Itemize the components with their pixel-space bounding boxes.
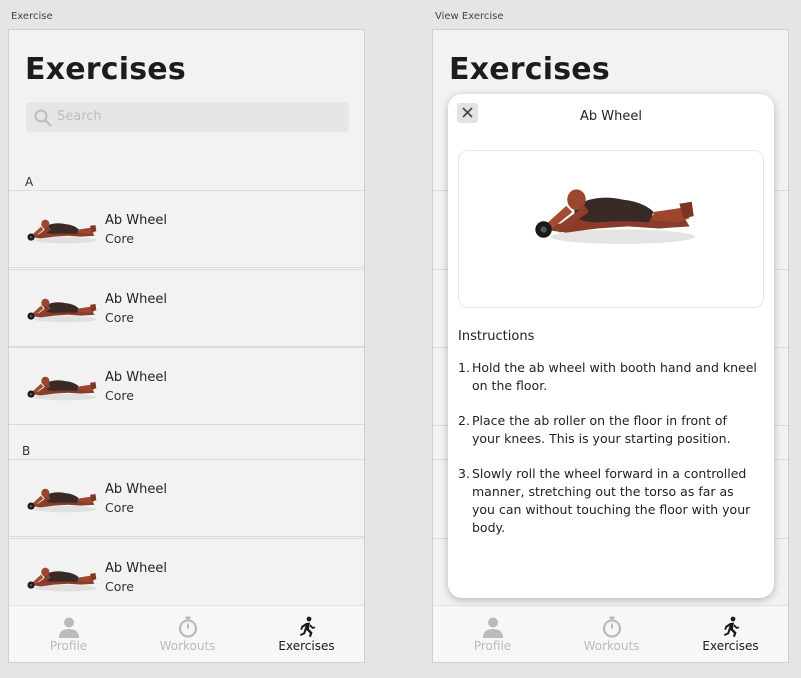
step-number: 2. [458, 413, 470, 428]
section-header-a: A [25, 175, 34, 189]
running-icon [299, 616, 315, 637]
exercise-thumbnail [23, 370, 99, 402]
exercise-thumbnail [23, 292, 99, 324]
tab-profile[interactable]: Profile [9, 606, 128, 662]
page-title: Exercises [25, 52, 186, 87]
tab-label: Workouts [159, 639, 216, 653]
frame-label-exercise: Exercise [11, 11, 53, 22]
running-icon [723, 616, 739, 637]
exercise-thumbnail [23, 213, 99, 245]
search-input[interactable]: Search [26, 102, 349, 132]
tab-label: Profile [49, 639, 88, 653]
stopwatch-icon [602, 616, 621, 638]
step-text: Hold the ab wheel with booth hand and kn… [472, 360, 757, 393]
list-item[interactable]: Ab Wheel Core [9, 347, 364, 425]
exercise-thumbnail [23, 482, 99, 514]
person-icon [58, 617, 79, 638]
tab-label: Exercises [702, 639, 759, 653]
list-item[interactable]: Ab Wheel Core [9, 459, 364, 537]
person-icon [482, 617, 503, 638]
instruction-step: 2. Place the ab roller on the floor in f… [458, 412, 758, 448]
search-icon [34, 109, 52, 127]
exercise-category: Core [105, 231, 134, 246]
tab-label: Workouts [583, 639, 640, 653]
list-item[interactable]: Ab Wheel Core [9, 190, 364, 268]
exercise-thumbnail [23, 561, 99, 593]
exercise-list-screen: Exercises Search A Ab Wheel Core Ab Whee… [8, 29, 365, 663]
section-header-b: B [22, 444, 31, 458]
exercise-category: Core [105, 500, 134, 515]
frame-label-view-exercise: View Exercise [435, 11, 504, 22]
exercise-image [525, 175, 700, 247]
instruction-step: 3. Slowly roll the wheel forward in a co… [458, 465, 758, 537]
instruction-step: 1. Hold the ab wheel with booth hand and… [458, 359, 758, 395]
tab-workouts[interactable]: Workouts [128, 606, 247, 662]
exercise-category: Core [105, 579, 134, 594]
page-title: Exercises [449, 52, 610, 87]
list-item[interactable]: Ab Wheel Core [9, 269, 364, 347]
tab-exercises[interactable]: Exercises [247, 606, 364, 662]
exercise-name: Ab Wheel [105, 370, 167, 385]
step-number: 3. [458, 466, 470, 481]
exercise-category: Core [105, 388, 134, 403]
exercise-image-box [458, 150, 764, 308]
tab-profile[interactable]: Profile [433, 606, 552, 662]
modal-title: Ab Wheel [580, 109, 642, 124]
tab-label: Profile [473, 639, 512, 653]
tab-workouts[interactable]: Workouts [552, 606, 671, 662]
tab-bar: Profile Workouts Exercises [433, 605, 788, 662]
instructions-heading: Instructions [458, 329, 535, 344]
tab-label: Exercises [278, 639, 335, 653]
step-text: Place the ab roller on the floor in fron… [472, 413, 731, 446]
exercise-name: Ab Wheel [105, 292, 167, 307]
tab-exercises[interactable]: Exercises [671, 606, 788, 662]
exercise-name: Ab Wheel [105, 213, 167, 228]
exercise-category: Core [105, 310, 134, 325]
step-text: Slowly roll the wheel forward in a contr… [472, 466, 751, 535]
step-number: 1. [458, 360, 470, 375]
search-placeholder: Search [57, 109, 102, 124]
exercise-detail-modal: Ab Wheel Instructions 1. Hold the ab whe… [448, 94, 774, 598]
instructions-list: 1. Hold the ab wheel with booth hand and… [458, 359, 758, 554]
exercise-name: Ab Wheel [105, 561, 167, 576]
tab-bar: Profile Workouts Exercises [9, 605, 364, 662]
stopwatch-icon [178, 616, 197, 638]
exercise-name: Ab Wheel [105, 482, 167, 497]
